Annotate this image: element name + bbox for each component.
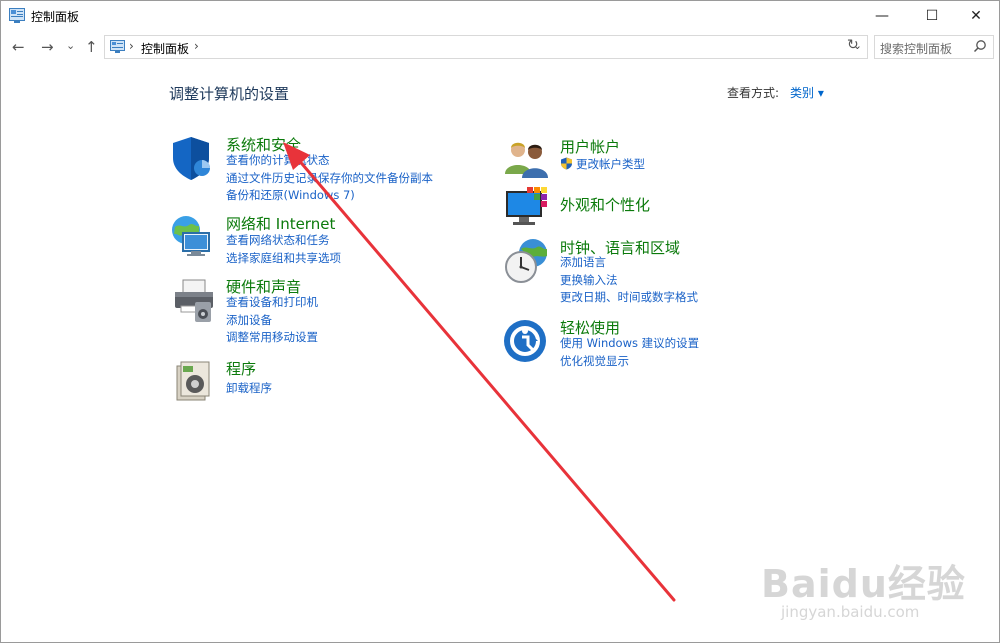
breadcrumb-separator[interactable]: ›: [129, 39, 134, 53]
search-icon[interactable]: [973, 39, 987, 53]
baidu-watermark-url: jingyan.baidu.com: [781, 603, 920, 621]
network-globe-icon: [172, 216, 210, 256]
control-panel-app-icon: [9, 8, 25, 23]
page-title: 调整计算机的设置: [169, 85, 290, 103]
link-backup-restore-win7[interactable]: 备份和还原(Windows 7): [226, 187, 433, 205]
link-mobility-settings[interactable]: 调整常用移动设置: [226, 329, 318, 347]
address-bar[interactable]: › 控制面板 › ⌄: [104, 35, 868, 59]
maximize-button[interactable]: ☐: [909, 1, 955, 31]
recent-locations-button[interactable]: ⌄: [66, 39, 75, 52]
forward-button[interactable]: →: [41, 38, 54, 56]
close-button[interactable]: ✕: [953, 1, 999, 31]
minimize-button[interactable]: —: [859, 1, 905, 31]
link-optimize-visual-display[interactable]: 优化视觉显示: [560, 353, 699, 371]
refresh-button[interactable]: ↻: [847, 37, 859, 53]
control-panel-window: 控制面板 — ☐ ✕ ← → ⌄ ↑ › 控制面板 › ⌄ ↻ 搜索控制面板 调…: [0, 0, 1000, 643]
back-button[interactable]: ←: [12, 38, 25, 56]
link-add-language[interactable]: 添加语言: [560, 254, 698, 272]
window-title: 控制面板: [31, 10, 80, 24]
up-button[interactable]: ↑: [85, 38, 98, 56]
shield-icon: [173, 137, 210, 180]
clock-globe-icon: [505, 239, 547, 283]
search-box[interactable]: 搜索控制面板: [874, 35, 994, 59]
category-title-programs[interactable]: 程序: [226, 358, 256, 379]
breadcrumb-separator-end[interactable]: ›: [194, 39, 199, 53]
view-by-label: 查看方式:: [727, 86, 780, 100]
link-change-date-time-format[interactable]: 更改日期、时间或数字格式: [560, 289, 698, 307]
search-placeholder[interactable]: 搜索控制面板: [880, 40, 952, 57]
link-view-computer-status[interactable]: 查看你的计算机状态: [226, 152, 433, 170]
category-title-user-accounts[interactable]: 用户帐户: [560, 136, 620, 157]
link-windows-recommended-settings[interactable]: 使用 Windows 建议的设置: [560, 335, 699, 353]
category-title-appearance-personalization[interactable]: 外观和个性化: [560, 194, 650, 215]
link-devices-printers[interactable]: 查看设备和打印机: [226, 294, 318, 312]
link-change-account-type[interactable]: 更改帐户类型: [560, 156, 645, 174]
view-by-dropdown[interactable]: 类别 ▾: [790, 84, 824, 101]
control-panel-small-icon: [110, 40, 125, 53]
uac-shield-icon: [561, 157, 572, 170]
link-uninstall-program[interactable]: 卸载程序: [226, 380, 272, 398]
monitor-color-icon: [506, 187, 547, 225]
link-homegroup-sharing[interactable]: 选择家庭组和共享选项: [226, 250, 341, 268]
users-icon: [505, 142, 548, 178]
baidu-watermark: Baidu经验: [761, 562, 966, 606]
ease-of-access-icon: [504, 320, 546, 362]
link-add-device[interactable]: 添加设备: [226, 312, 318, 330]
programs-icon: [176, 361, 210, 401]
link-change-input-method[interactable]: 更换输入法: [560, 272, 698, 290]
link-file-history-backup[interactable]: 通过文件历史记录保存你的文件备份副本: [226, 170, 433, 188]
link-network-status-tasks[interactable]: 查看网络状态和任务: [226, 232, 341, 250]
printer-icon: [175, 279, 213, 322]
category-title-network-internet[interactable]: 网络和 Internet: [226, 213, 335, 234]
title-bar: 控制面板 — ☐ ✕: [1, 1, 999, 31]
breadcrumb-control-panel[interactable]: 控制面板: [141, 40, 189, 57]
link-change-account-type-label[interactable]: 更改帐户类型: [576, 157, 645, 171]
